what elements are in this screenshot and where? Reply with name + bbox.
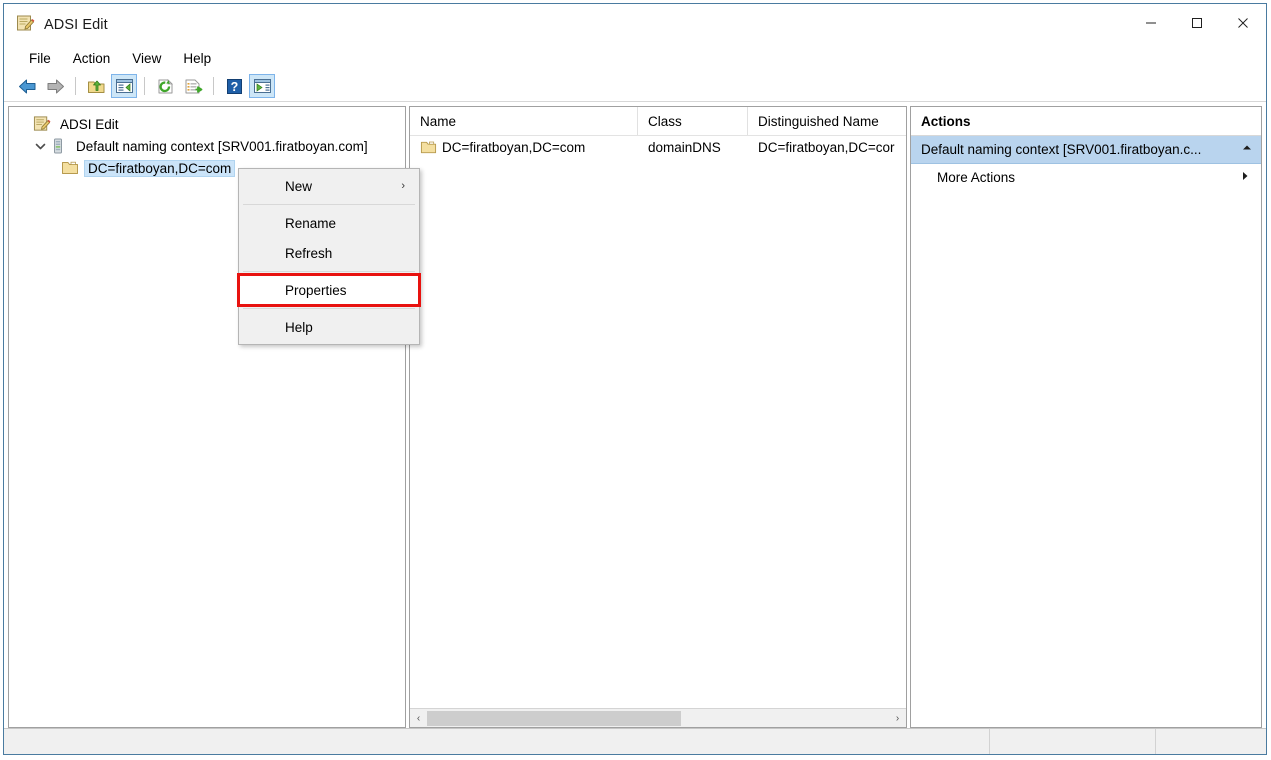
actions-header: Actions bbox=[911, 107, 1261, 136]
context-menu-item-new[interactable]: New › bbox=[239, 171, 419, 201]
chevron-down-icon[interactable] bbox=[31, 137, 49, 155]
pane-container: ADSI Edit Default naming context [SRV001… bbox=[4, 102, 1266, 728]
context-menu-item-rename[interactable]: Rename bbox=[239, 208, 419, 238]
action-more-actions[interactable]: More Actions bbox=[911, 164, 1261, 191]
actions-group-label: Default naming context [SRV001.firatboya… bbox=[921, 142, 1202, 157]
scroll-left-icon[interactable]: ‹ bbox=[410, 710, 427, 727]
list-body: DC=firatboyan,DC=com domainDNS DC=firatb… bbox=[410, 136, 906, 708]
list-pane: Name Class Distinguished Name DC=firatbo… bbox=[409, 106, 907, 728]
chevron-right-icon: › bbox=[401, 180, 405, 192]
context-menu-item-properties[interactable]: Properties bbox=[237, 273, 421, 307]
back-icon[interactable] bbox=[14, 74, 40, 98]
chevron-right-icon[interactable] bbox=[1239, 170, 1251, 185]
context-menu: New › Rename Refresh Properties Help bbox=[237, 168, 421, 345]
context-menu-item-refresh[interactable]: Refresh bbox=[239, 238, 419, 268]
scroll-right-icon[interactable]: › bbox=[889, 710, 906, 727]
actions-group-header[interactable]: Default naming context [SRV001.firatboya… bbox=[911, 136, 1261, 164]
adsi-edit-icon bbox=[33, 115, 51, 133]
context-menu-separator bbox=[243, 271, 415, 272]
status-main bbox=[4, 729, 990, 754]
status-segment-b bbox=[990, 729, 1156, 754]
menu-action[interactable]: Action bbox=[62, 48, 122, 69]
folder-icon bbox=[61, 159, 79, 177]
chevron-up-icon[interactable] bbox=[1241, 142, 1253, 157]
list-column-headers: Name Class Distinguished Name bbox=[410, 107, 906, 136]
window-title: ADSI Edit bbox=[44, 17, 108, 33]
cell-name: DC=firatboyan,DC=com bbox=[410, 136, 638, 159]
actions-pane: Actions Default naming context [SRV001.f… bbox=[910, 106, 1262, 728]
menu-file[interactable]: File bbox=[18, 48, 62, 69]
title-bar: ADSI Edit bbox=[4, 4, 1266, 45]
horizontal-scrollbar[interactable]: ‹ › bbox=[410, 708, 906, 727]
menu-help[interactable]: Help bbox=[172, 48, 222, 69]
help-icon[interactable]: ? bbox=[221, 74, 247, 98]
title-bar-left: ADSI Edit bbox=[4, 4, 108, 36]
tree-node-label: ADSI Edit bbox=[60, 116, 119, 132]
column-header-class[interactable]: Class bbox=[638, 107, 748, 135]
adsi-edit-window: ADSI Edit File Action View Help ? ADSI E… bbox=[3, 3, 1267, 755]
export-list-icon[interactable] bbox=[180, 74, 206, 98]
tree-node-label: Default naming context [SRV001.firatboya… bbox=[76, 138, 368, 154]
scrollbar-thumb[interactable] bbox=[427, 710, 682, 726]
menu-view[interactable]: View bbox=[121, 48, 172, 69]
context-menu-item-label: Properties bbox=[285, 282, 347, 298]
context-menu-item-label: Refresh bbox=[285, 245, 333, 261]
toolbar: ? bbox=[4, 71, 1266, 102]
table-row[interactable]: DC=firatboyan,DC=com domainDNS DC=firatb… bbox=[410, 136, 906, 159]
menu-bar: File Action View Help bbox=[4, 45, 1266, 71]
show-tree-pane-icon[interactable] bbox=[111, 74, 137, 98]
adsi-edit-icon bbox=[16, 14, 35, 36]
tree-expander-placeholder bbox=[15, 115, 33, 133]
refresh-icon[interactable] bbox=[152, 74, 178, 98]
toolbar-separator bbox=[75, 77, 76, 95]
toolbar-separator bbox=[213, 77, 214, 95]
folder-icon bbox=[420, 139, 437, 156]
context-menu-item-help[interactable]: Help bbox=[239, 312, 419, 342]
status-bar bbox=[4, 728, 1266, 754]
tree-node-default-naming-context[interactable]: Default naming context [SRV001.firatboya… bbox=[9, 135, 405, 157]
column-header-name[interactable]: Name bbox=[410, 107, 638, 135]
show-action-pane-icon[interactable] bbox=[249, 74, 275, 98]
up-folder-icon[interactable] bbox=[83, 74, 109, 98]
cell-class: domainDNS bbox=[648, 140, 721, 155]
row-name-text: DC=firatboyan,DC=com bbox=[442, 140, 586, 155]
context-menu-item-label: New bbox=[285, 178, 313, 194]
toolbar-separator bbox=[144, 77, 145, 95]
context-menu-item-label: Rename bbox=[285, 215, 337, 231]
scrollbar-track[interactable] bbox=[427, 709, 889, 727]
tree-node-adsi-edit[interactable]: ADSI Edit bbox=[9, 113, 405, 135]
svg-text:?: ? bbox=[230, 80, 238, 94]
window-controls bbox=[1128, 4, 1266, 42]
minimize-button[interactable] bbox=[1128, 4, 1174, 42]
forward-icon[interactable] bbox=[42, 74, 68, 98]
context-menu-separator bbox=[243, 308, 415, 309]
column-header-distinguished-name[interactable]: Distinguished Name bbox=[748, 107, 906, 135]
action-label: More Actions bbox=[937, 170, 1016, 185]
maximize-button[interactable] bbox=[1174, 4, 1220, 42]
tree-node-label: DC=firatboyan,DC=com bbox=[84, 159, 236, 177]
context-menu-separator bbox=[243, 204, 415, 205]
cell-distinguished-name: DC=firatboyan,DC=cor bbox=[758, 140, 895, 155]
context-menu-item-label: Help bbox=[285, 319, 313, 335]
status-segment-c bbox=[1156, 729, 1266, 754]
close-button[interactable] bbox=[1220, 4, 1266, 42]
naming-context-icon bbox=[49, 137, 67, 155]
